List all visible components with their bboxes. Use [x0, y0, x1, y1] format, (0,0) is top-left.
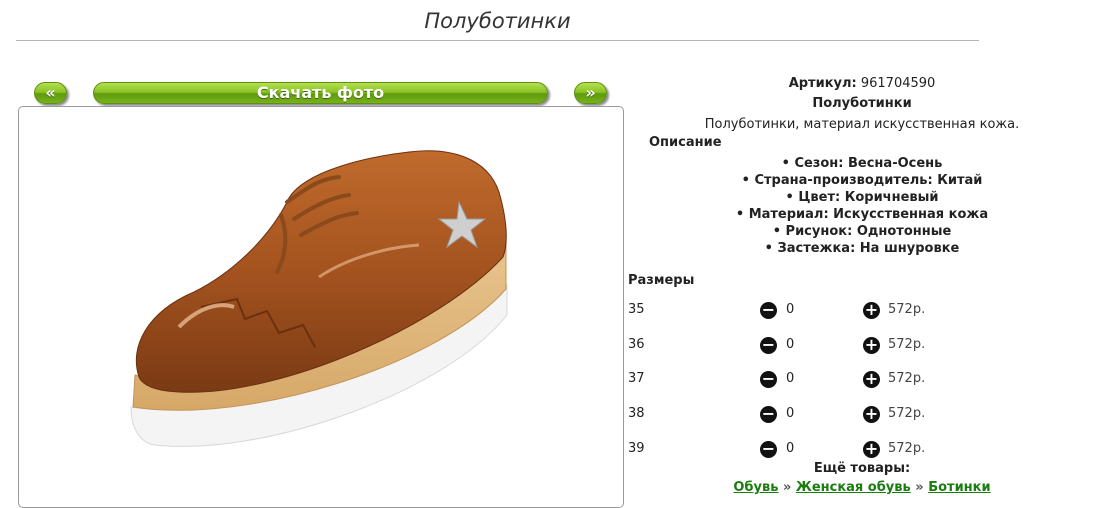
size-value: 36: [628, 337, 645, 352]
minus-circle-icon[interactable]: −: [760, 302, 777, 319]
size-value: 39: [628, 441, 645, 456]
size-row: 37 − 0 + 572р.: [628, 371, 1098, 389]
price-value: 572р.: [888, 337, 926, 352]
property-list: Сезон: Весна-Осень Страна-производитель:…: [622, 155, 1102, 257]
breadcrumb-link-boots[interactable]: Ботинки: [928, 480, 990, 495]
quantity-value: 0: [786, 302, 795, 317]
more-products-label: Ещё товары:: [813, 461, 911, 476]
size-row: 36 − 0 + 572р.: [628, 337, 1098, 355]
size-row: 39 − 0 + 572р.: [628, 441, 1098, 459]
minus-circle-icon[interactable]: −: [760, 371, 777, 388]
property-item: Цвет: Коричневый: [622, 189, 1102, 206]
plus-circle-icon[interactable]: +: [863, 371, 880, 388]
breadcrumb: Обувь » Женская обувь » Ботинки: [622, 480, 1102, 495]
title-divider: [16, 40, 979, 41]
product-photo[interactable]: [18, 106, 624, 508]
sizes-heading: Размеры: [628, 273, 695, 288]
minus-circle-icon[interactable]: −: [760, 337, 777, 354]
plus-circle-icon[interactable]: +: [863, 302, 880, 319]
property-item: Сезон: Весна-Осень: [622, 155, 1102, 172]
quantity-value: 0: [786, 371, 795, 386]
property-item: Страна-производитель: Китай: [622, 172, 1102, 189]
property-item: Застежка: На шнуровке: [622, 240, 1102, 257]
article-line: Артикул: 961704590: [622, 76, 1102, 91]
plus-circle-icon[interactable]: +: [863, 441, 880, 458]
breadcrumb-separator: »: [915, 480, 924, 495]
quantity-value: 0: [786, 337, 795, 352]
download-photo-button[interactable]: Скачать фото: [93, 82, 548, 104]
article-value: 961704590: [860, 76, 936, 91]
property-item: Материал: Искусственная кожа: [622, 206, 1102, 223]
price-value: 572р.: [888, 406, 926, 421]
size-row: 35 − 0 + 572р.: [628, 302, 1098, 320]
product-short-description: Полуботинки, материал искусственная кожа…: [704, 117, 1020, 132]
breadcrumb-link-womens-shoes[interactable]: Женская обувь: [796, 480, 911, 495]
minus-circle-icon[interactable]: −: [760, 406, 777, 423]
quantity-value: 0: [786, 406, 795, 421]
page-title: Полуботинки: [424, 9, 571, 33]
minus-circle-icon[interactable]: −: [760, 441, 777, 458]
size-value: 35: [628, 302, 645, 317]
next-photo-button[interactable]: »: [574, 82, 607, 104]
property-item: Рисунок: Однотонные: [622, 223, 1102, 240]
plus-circle-icon[interactable]: +: [863, 406, 880, 423]
price-value: 572р.: [888, 441, 926, 456]
plus-circle-icon[interactable]: +: [863, 337, 880, 354]
price-value: 572р.: [888, 371, 926, 386]
description-heading: Описание: [649, 135, 722, 150]
breadcrumb-link-shoes[interactable]: Обувь: [733, 480, 778, 495]
size-value: 38: [628, 406, 645, 421]
article-label: Артикул:: [788, 76, 857, 91]
price-value: 572р.: [888, 302, 926, 317]
product-name: Полуботинки: [812, 96, 912, 111]
quantity-value: 0: [786, 441, 795, 456]
size-value: 37: [628, 371, 645, 386]
size-row: 38 − 0 + 572р.: [628, 406, 1098, 424]
prev-photo-button[interactable]: «: [34, 82, 67, 104]
breadcrumb-separator: »: [782, 480, 792, 495]
shoe-image: [130, 150, 508, 447]
